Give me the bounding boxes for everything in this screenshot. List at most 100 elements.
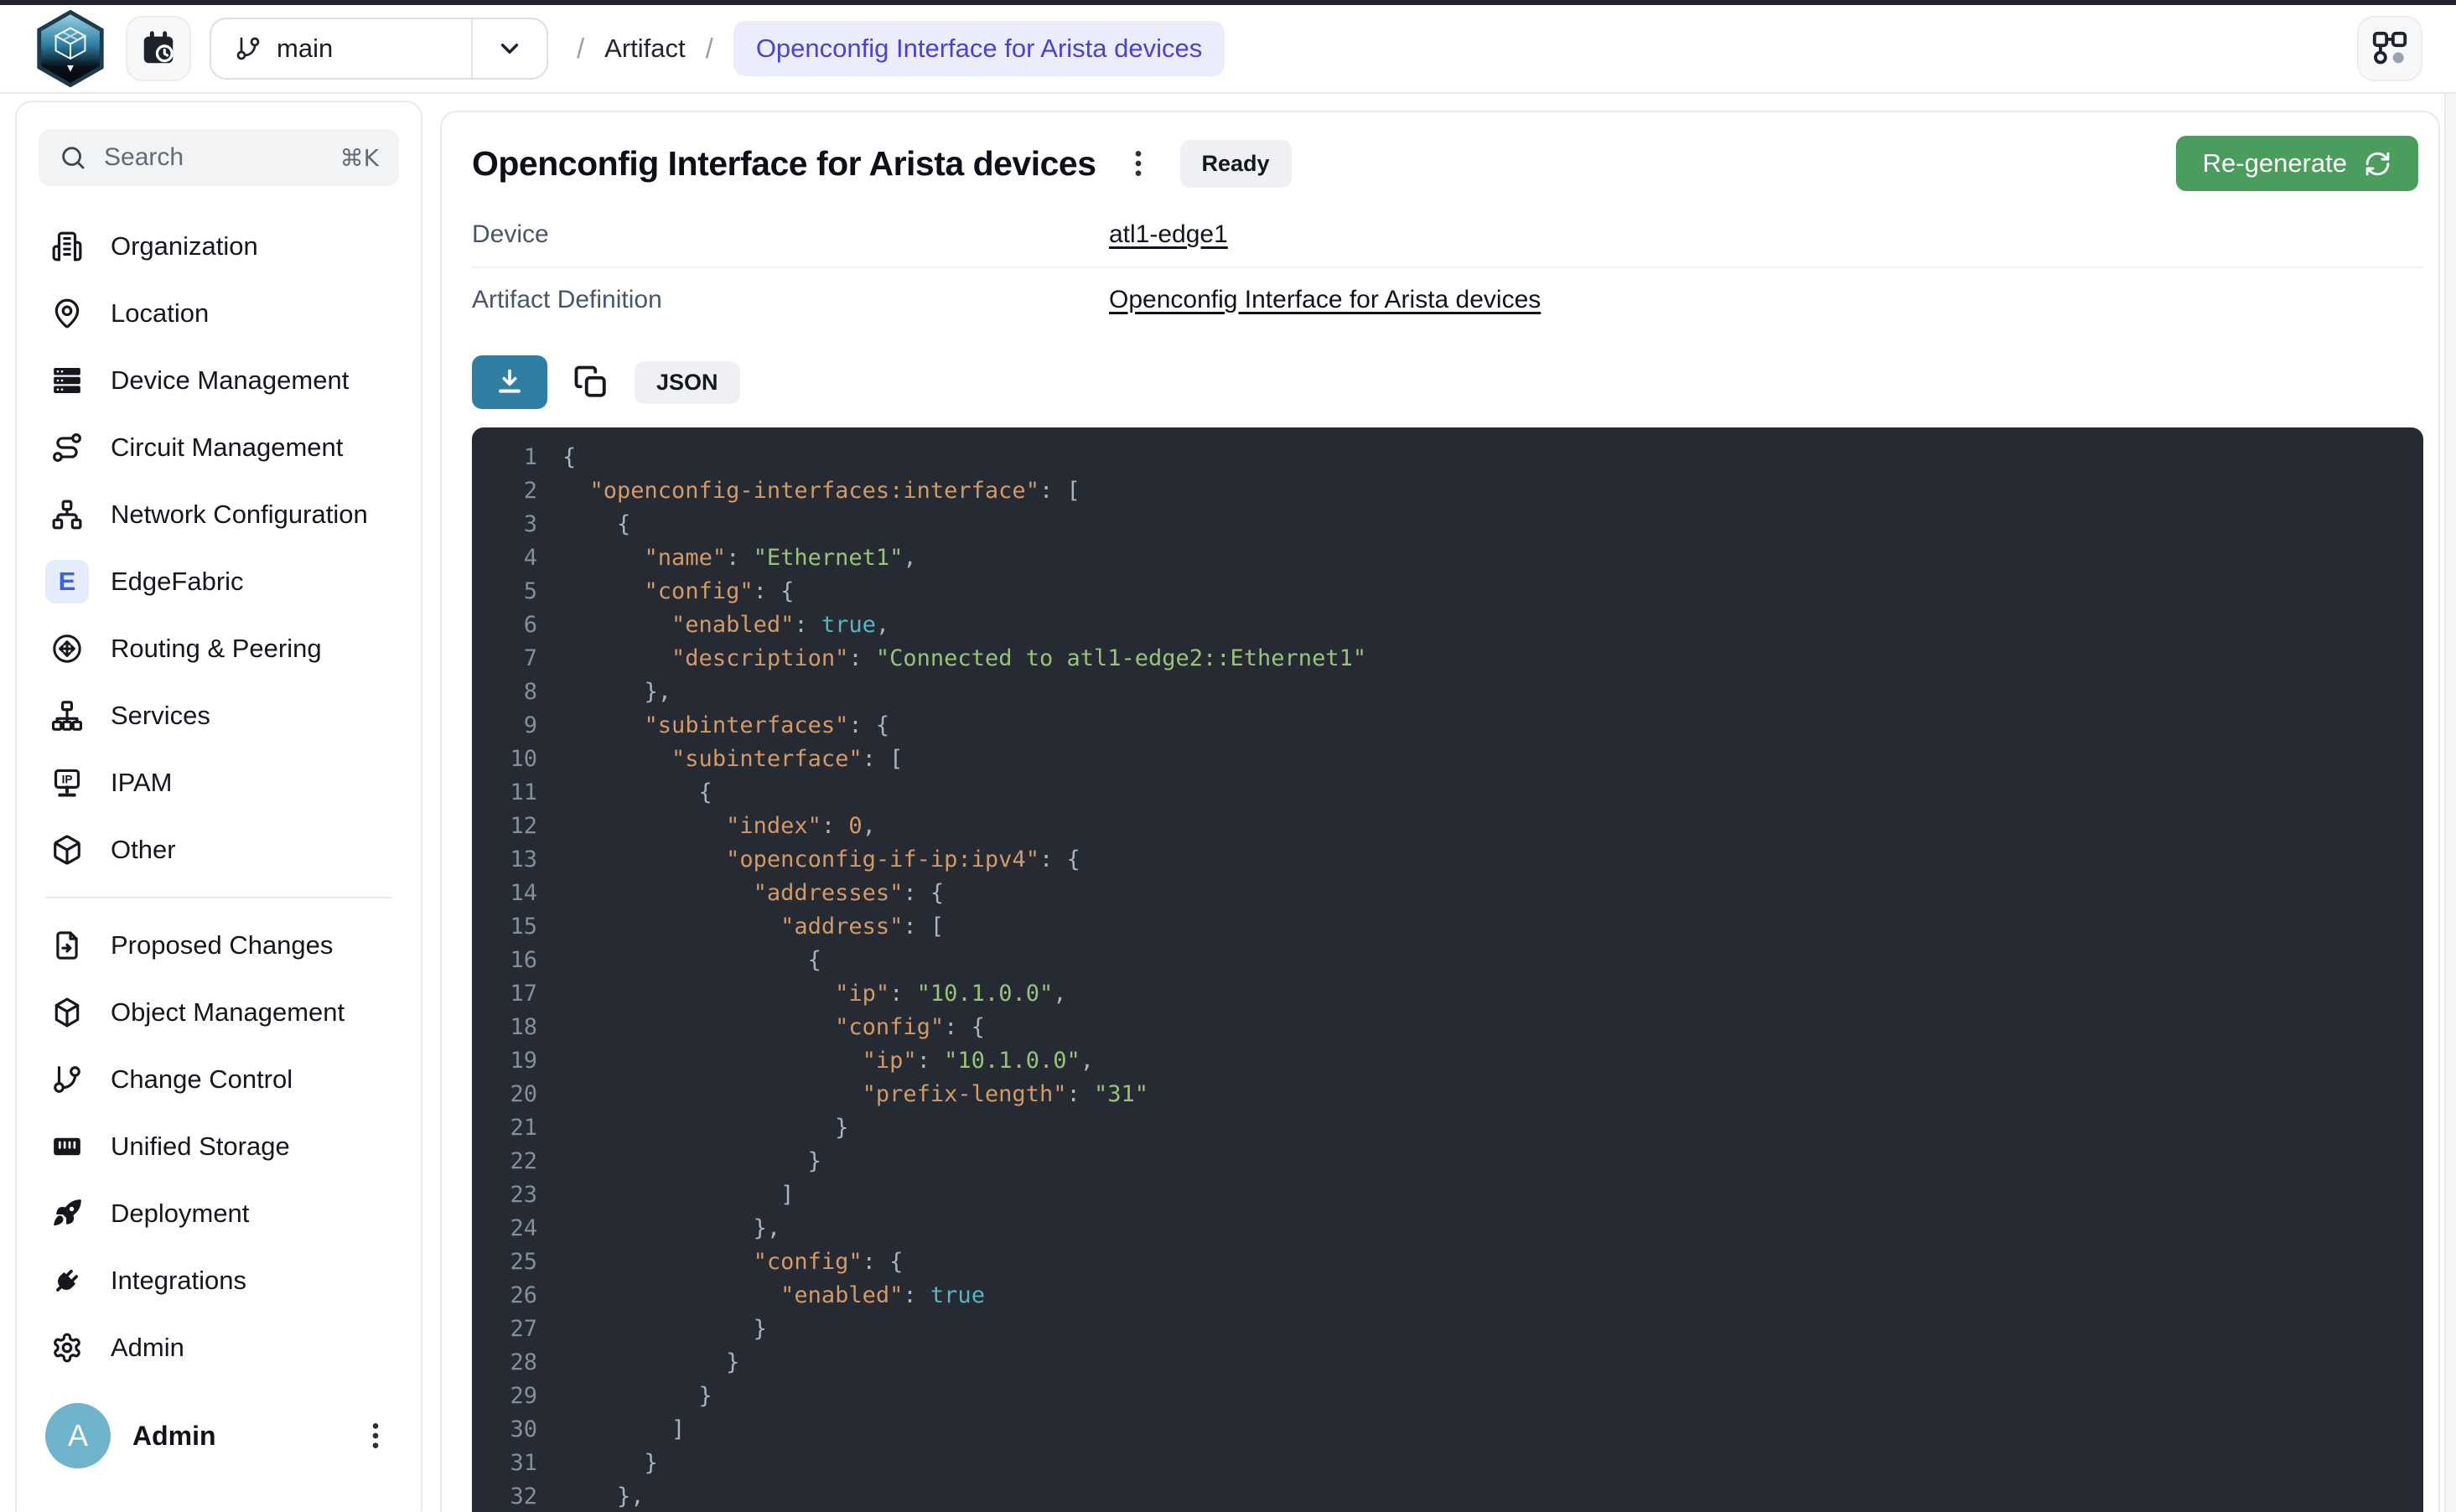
code-block[interactable]: 1{2 "openconfig-interfaces:interface": […	[472, 427, 2423, 1512]
code-text: ]	[562, 1413, 685, 1447]
code-text: {	[562, 441, 576, 474]
code-line: 1{	[472, 441, 2423, 474]
sidebar-item-ipam[interactable]: IPIPAM	[39, 749, 399, 816]
sidebar-item-location[interactable]: Location	[39, 280, 399, 347]
code-text: "config": {	[562, 1011, 985, 1044]
sidebar-item-device-management[interactable]: Device Management	[39, 347, 399, 414]
line-number: 30	[472, 1413, 537, 1447]
branch-name: main	[277, 34, 333, 64]
regenerate-button[interactable]: Re-generate	[2176, 136, 2418, 191]
calendar-clock-button[interactable]	[126, 16, 191, 81]
breadcrumb-item-current[interactable]: Openconfig Interface for Arista devices	[733, 21, 1225, 76]
line-number: 16	[472, 944, 537, 977]
code-line: 6 "enabled": true,	[472, 608, 2423, 642]
code-line: 23 ]	[472, 1178, 2423, 1212]
line-number: 25	[472, 1245, 537, 1279]
scrollbar-track[interactable]	[2444, 94, 2456, 1512]
download-icon	[494, 366, 526, 398]
line-number: 28	[472, 1346, 537, 1380]
code-line: 7 "description": "Connected to atl1-edge…	[472, 642, 2423, 676]
line-number: 8	[472, 676, 537, 709]
line-number: 32	[472, 1480, 537, 1512]
change-control-icon	[45, 1058, 89, 1101]
search-placeholder: Search	[104, 143, 324, 172]
user-menu[interactable]: A Admin	[45, 1403, 392, 1468]
sidebar-item-organization[interactable]: Organization	[39, 213, 399, 280]
sidebar-item-other[interactable]: Other	[39, 816, 399, 883]
sidebar-item-deployment[interactable]: Deployment	[39, 1180, 399, 1247]
workflow-button[interactable]	[2357, 16, 2422, 81]
code-line: 27 }	[472, 1313, 2423, 1346]
code-text: "description": "Connected to atl1-edge2:…	[562, 642, 1366, 676]
line-number: 1	[472, 441, 537, 474]
sidebar-item-routing-peering[interactable]: Routing & Peering	[39, 615, 399, 682]
code-text: "ip": "10.1.0.0",	[562, 1044, 1094, 1078]
branch-dropdown-toggle[interactable]	[471, 19, 547, 78]
git-branch-icon	[235, 35, 262, 62]
code-text: "enabled": true	[562, 1279, 985, 1313]
download-button[interactable]	[472, 355, 547, 409]
code-line: 13 "openconfig-if-ip:ipv4": {	[472, 843, 2423, 877]
calendar-clock-icon	[139, 29, 178, 68]
code-text: },	[562, 1212, 780, 1245]
sidebar-item-label: Deployment	[111, 1199, 249, 1229]
line-number: 23	[472, 1178, 537, 1212]
code-text: },	[562, 1480, 645, 1512]
page-title: Openconfig Interface for Arista devices	[472, 144, 1096, 184]
sidebar-item-label: EdgeFabric	[111, 567, 244, 597]
refresh-icon	[2364, 150, 2391, 178]
code-line: 14 "addresses": {	[472, 877, 2423, 910]
sidebar: Search ⌘K Organization LocationDevice Man…	[15, 101, 422, 1512]
sidebar-item-object-management[interactable]: Object Management	[39, 979, 399, 1046]
page: main / Artifact / Openconfig Interface f…	[0, 0, 2456, 1512]
avatar: A	[45, 1403, 111, 1468]
topbar: main / Artifact / Openconfig Interface f…	[0, 5, 2456, 94]
line-number: 2	[472, 474, 537, 508]
line-number: 22	[472, 1145, 537, 1178]
line-number: 27	[472, 1313, 537, 1346]
sidebar-divider	[45, 897, 392, 898]
sidebar-item-unified-storage[interactable]: Unified Storage	[39, 1113, 399, 1180]
branch-selector[interactable]: main	[210, 18, 548, 80]
title-kebab-icon[interactable]	[1122, 147, 1155, 180]
sidebar-item-proposed-changes[interactable]: Proposed Changes	[39, 912, 399, 979]
main-content: Openconfig Interface for Arista devices …	[440, 111, 2440, 1512]
user-name: Admin	[132, 1421, 337, 1452]
sidebar-item-change-control[interactable]: Change Control	[39, 1046, 399, 1113]
sidebar-item-network-configuration[interactable]: Network Configuration	[39, 481, 399, 548]
code-text: "index": 0,	[562, 810, 876, 843]
sidebar-item-label: Change Control	[111, 1064, 293, 1095]
sidebar-item-circuit-management[interactable]: Circuit Management	[39, 414, 399, 481]
status-badge: Ready	[1180, 140, 1292, 188]
sidebar-item-label: Network Configuration	[111, 500, 368, 530]
sidebar-item-edgefabric[interactable]: EEdgeFabric	[39, 548, 399, 615]
line-number: 7	[472, 642, 537, 676]
sidebar-item-admin[interactable]: Admin	[39, 1314, 399, 1381]
user-kebab-icon[interactable]	[359, 1419, 392, 1452]
code-text: }	[562, 1447, 658, 1480]
code-text: "openconfig-if-ip:ipv4": {	[562, 843, 1080, 877]
line-number: 11	[472, 776, 537, 810]
svg-text:IP: IP	[62, 773, 73, 785]
breadcrumb: / Artifact / Openconfig Interface for Ar…	[577, 21, 1225, 76]
organization-icon	[45, 225, 89, 268]
code-toolbar: JSON	[472, 355, 2423, 409]
breadcrumb-item-artifact[interactable]: Artifact	[604, 34, 685, 64]
code-text: "config": {	[562, 1245, 903, 1279]
sidebar-item-label: Organization	[111, 231, 258, 261]
app-logo-icon[interactable]	[34, 10, 107, 87]
chevron-down-icon	[495, 34, 524, 63]
code-text: }	[562, 1346, 739, 1380]
code-line: 15 "address": [	[472, 910, 2423, 944]
code-line: 10 "subinterface": [	[472, 743, 2423, 776]
sidebar-item-integrations[interactable]: Integrations	[39, 1247, 399, 1314]
line-number: 29	[472, 1380, 537, 1413]
sidebar-item-services[interactable]: Services	[39, 682, 399, 749]
line-number: 26	[472, 1279, 537, 1313]
copy-button[interactable]	[569, 360, 613, 404]
search-input[interactable]: Search ⌘K	[39, 129, 399, 186]
sidebar-item-label: Other	[111, 835, 176, 865]
field-value-link[interactable]: atl1-edge1	[1109, 220, 1228, 249]
code-text: "config": {	[562, 575, 794, 608]
field-value-link[interactable]: Openconfig Interface for Arista devices	[1109, 286, 1541, 314]
